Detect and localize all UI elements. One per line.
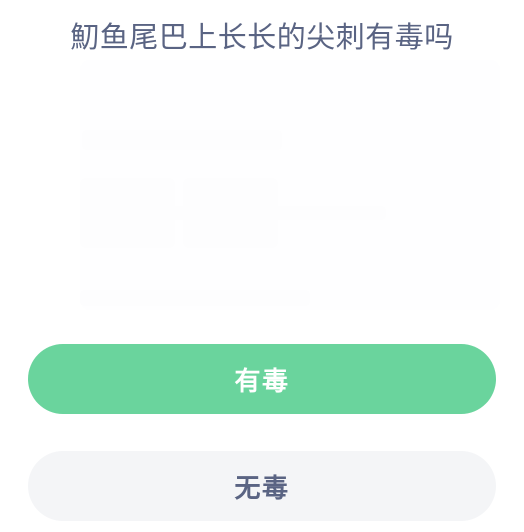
illustration-caption-placeholder: [80, 290, 310, 306]
illustration-text-placeholder-2: [82, 206, 230, 220]
answer-option-poisonous[interactable]: 有毒: [28, 344, 496, 414]
illustration-text-placeholder-1: [82, 130, 282, 150]
answer-options: 有毒 无毒: [0, 344, 524, 532]
question-title: 魛鱼尾巴上长长的尖刺有毒吗: [70, 22, 454, 54]
question-area: 魛鱼尾巴上长长的尖刺有毒吗: [0, 0, 524, 58]
quiz-screen: 魛鱼尾巴上长长的尖刺有毒吗 有毒 无毒: [0, 0, 524, 532]
illustration-text-placeholder-3: [238, 206, 386, 220]
answer-option-non-poisonous[interactable]: 无毒: [28, 451, 496, 521]
illustration-area: [28, 58, 500, 344]
answer-option-poisonous-label: 有毒: [234, 365, 290, 396]
answer-option-non-poisonous-label: 无毒: [234, 472, 290, 503]
